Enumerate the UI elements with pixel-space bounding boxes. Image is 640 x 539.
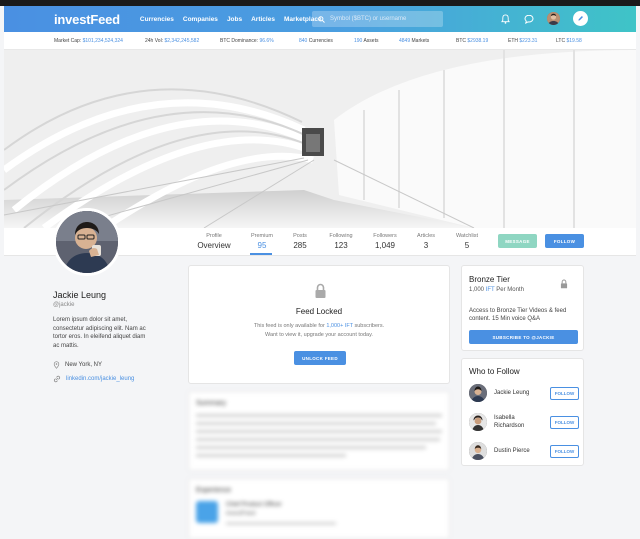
summary-line [196, 422, 436, 425]
summary-line [196, 454, 346, 457]
who-to-follow-title: Who to Follow [469, 367, 520, 376]
ticker-24h-volume: 24h Vol: $2,342,245,582 [145, 37, 200, 44]
ticker-btc-dominance: BTC Dominance: 96.6% [220, 37, 274, 44]
locked-title: Feed Locked [295, 307, 343, 316]
job-company: investFeed [226, 511, 256, 517]
who-to-follow-card: Who to Follow Jackie Leung FOLLOW Isabel… [461, 358, 584, 466]
tab-followers[interactable]: Followers 1,049 [370, 233, 400, 250]
app-logo[interactable]: investFeed [54, 12, 120, 27]
stat-label: Followers [373, 233, 397, 239]
ticker-market-cap: Market Cap: $101,234,524,324 [54, 37, 123, 44]
tier-title: Bronze Tier [469, 275, 510, 284]
profile-avatar [53, 208, 121, 276]
stat-value: 3 [423, 241, 429, 250]
follow-suggestion: Jackie Leung [469, 384, 532, 402]
follow-button[interactable]: FOLLOW [545, 234, 584, 248]
summary-line [196, 446, 426, 449]
tab-articles[interactable]: Articles 3 [414, 233, 438, 250]
stat-value: 123 [334, 241, 348, 250]
stat-value: 95 [257, 241, 267, 250]
profile-location: New York, NY [53, 361, 102, 369]
ticker-assets: 190 Assets [354, 37, 379, 44]
follow-button[interactable]: FOLLOW [550, 416, 579, 429]
stat-label: Articles [416, 233, 436, 239]
ticker-currencies: 840 Currencies [299, 37, 333, 44]
ticker-ltc-price: LTC $19.58 [556, 37, 582, 44]
stat-value: 1,049 [374, 241, 396, 250]
search-input[interactable]: Symbol ($BTC) or username [312, 11, 443, 27]
tab-watchlist[interactable]: Watchlist 5 [453, 233, 481, 250]
feed-locked-card: Feed Locked This feed is only available … [188, 265, 450, 384]
lock-icon [560, 279, 568, 289]
tab-posts[interactable]: Posts 285 [287, 233, 313, 250]
cover-photo [4, 50, 636, 228]
bell-icon[interactable] [499, 13, 511, 25]
avatar[interactable] [469, 384, 487, 402]
user-avatar[interactable] [547, 12, 560, 25]
stat-label: Profile [206, 233, 222, 239]
follow-suggestion: Dustin Pierce [469, 442, 532, 460]
tier-price: 1,000 IFT Per Month [469, 287, 524, 293]
active-tab-underline [250, 253, 272, 255]
linkedin-text[interactable]: linkedin.com/jackie_leung [66, 376, 134, 382]
summary-line [196, 414, 442, 417]
stat-label: Following [329, 233, 353, 239]
stat-label: Premium [250, 233, 273, 239]
market-ticker: Market Cap: $101,234,524,324 24h Vol: $2… [4, 32, 636, 50]
lock-icon [315, 283, 326, 298]
avatar[interactable] [469, 442, 487, 460]
stat-value: 285 [293, 241, 307, 250]
tab-following[interactable]: Following 123 [326, 233, 356, 250]
message-button[interactable]: MESSAGE [498, 234, 537, 248]
locked-description: This feed is only available for 1,000+ I… [253, 323, 385, 338]
menu-item-currencies[interactable]: Currencies [140, 16, 174, 23]
link-icon [53, 375, 61, 383]
ticker-markets: 4849 Markets [399, 37, 430, 44]
follow-button[interactable]: FOLLOW [550, 387, 579, 400]
stat-label: Posts [293, 233, 307, 239]
summary-title: Summary [196, 400, 226, 407]
summary-line [196, 430, 442, 433]
suggestion-name[interactable]: Isabella Richardson [494, 414, 532, 430]
profile-bio: Lorem ipsum dolor sit amet, consectetur … [53, 317, 146, 349]
tier-description: Access to Bronze Tier Videos & feed cont… [469, 308, 567, 322]
experience-card: Experience Chief Product Officer investF… [188, 478, 450, 539]
menu-item-articles[interactable]: Articles [251, 16, 275, 23]
summary-line [196, 438, 440, 441]
pencil-icon [578, 16, 583, 21]
avatar[interactable] [469, 413, 487, 431]
menu-item-companies[interactable]: Companies [183, 16, 218, 23]
subscribe-button[interactable]: SUBSCRIBE TO @JACKIE [469, 330, 578, 344]
bronze-tier-card: Bronze Tier 1,000 IFT Per Month Access t… [461, 265, 584, 351]
location-text: New York, NY [65, 362, 103, 368]
follow-button[interactable]: FOLLOW [550, 445, 579, 458]
compose-button[interactable] [573, 11, 588, 26]
stat-value: 5 [464, 241, 470, 250]
profile-handle: @jackie [53, 302, 75, 308]
suggestion-name[interactable]: Jackie Leung [494, 389, 532, 397]
suggestion-name[interactable]: Dustin Pierce [494, 447, 532, 455]
search-placeholder: Symbol ($BTC) or username [330, 16, 407, 22]
tab-premium[interactable]: Premium 95 [247, 233, 277, 250]
summary-card: Summary [188, 391, 450, 471]
ticker-btc-price: BTC $2938.19 [456, 37, 489, 44]
stat-label: Watchlist [455, 233, 479, 239]
main-menu: Currencies Companies Jobs Articles Marke… [140, 16, 331, 23]
stat-value: Overview [197, 241, 231, 250]
top-navbar: investFeed Currencies Companies Jobs Art… [4, 6, 636, 32]
profile-linkedin-link[interactable]: linkedin.com/jackie_leung [53, 375, 134, 383]
experience-title: Experience [196, 487, 232, 494]
company-logo [196, 501, 218, 523]
search-icon [318, 15, 325, 23]
follow-suggestion: Isabella Richardson [469, 413, 532, 431]
unlock-feed-button[interactable]: UNLOCK FEED [294, 351, 346, 365]
job-title: Chief Product Officer [226, 502, 282, 508]
chat-icon[interactable] [523, 13, 535, 25]
location-pin-icon [53, 361, 60, 369]
profile-name: Jackie Leung [53, 290, 107, 300]
tab-overview[interactable]: Profile Overview [197, 233, 231, 250]
job-meta-line [226, 522, 336, 525]
menu-item-jobs[interactable]: Jobs [227, 16, 242, 23]
ticker-eth-price: ETH $223.31 [508, 37, 538, 44]
